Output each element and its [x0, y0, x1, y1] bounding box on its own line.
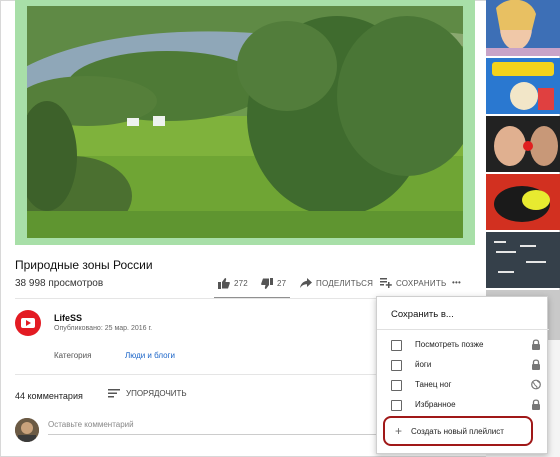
video-title: Природные зоны России	[15, 258, 153, 272]
video-player-frame	[15, 0, 475, 245]
comments-count: 44 комментария	[15, 391, 83, 401]
recommended-thumbnail-2[interactable]	[486, 58, 560, 114]
more-actions-button[interactable]: •••	[452, 278, 461, 287]
recommended-thumbnail-1[interactable]	[486, 0, 560, 56]
popup-divider	[377, 329, 549, 330]
playlist-item-favorites[interactable]: Избранное	[391, 398, 541, 412]
sort-label: УПОРЯДОЧИТЬ	[126, 389, 187, 398]
playlist-item-yoga[interactable]: йоги	[391, 358, 541, 372]
share-arrow-icon	[300, 278, 312, 288]
share-label: ПОДЕЛИТЬСЯ	[316, 278, 374, 288]
channel-avatar[interactable]	[15, 310, 41, 336]
view-count: 38 998 просмотров	[15, 278, 104, 289]
thumbnail-image	[486, 116, 560, 172]
playlist-label: Избранное	[415, 400, 456, 409]
category-label: Категория	[54, 351, 92, 360]
share-button[interactable]: ПОДЕЛИТЬСЯ	[300, 278, 373, 288]
playlist-checkbox[interactable]	[391, 339, 402, 351]
playlist-item-watch-later[interactable]: Посмотреть позже	[391, 338, 541, 352]
video-player[interactable]	[27, 6, 463, 238]
popup-title: Сохранить в...	[391, 309, 454, 320]
save-label: СОХРАНИТЬ	[396, 278, 447, 288]
playlist-checkbox[interactable]	[391, 399, 402, 411]
like-button[interactable]: 272	[218, 278, 248, 289]
recommended-thumbnail-4[interactable]	[486, 174, 560, 230]
playlist-checkbox[interactable]	[391, 379, 402, 391]
comment-input-underline	[48, 434, 378, 435]
playlist-label: Посмотреть позже	[415, 340, 484, 349]
sort-icon	[108, 389, 120, 398]
video-frame-landscape	[27, 6, 463, 238]
lock-icon	[532, 339, 540, 350]
thumbs-down-icon	[261, 278, 273, 289]
recommended-thumbnail-3[interactable]	[486, 116, 560, 172]
playlist-item-tanets-nog[interactable]: Танец ног	[391, 378, 541, 392]
user-avatar	[15, 418, 39, 442]
thumbnail-image	[486, 0, 560, 56]
playlist-add-icon	[380, 278, 392, 288]
playlist-label: йоги	[415, 360, 432, 369]
save-button[interactable]: СОХРАНИТЬ	[380, 278, 446, 288]
recommended-thumbnail-5[interactable]	[486, 232, 560, 288]
like-count: 272	[234, 279, 248, 288]
user-photo	[15, 418, 39, 442]
category-link[interactable]: Люди и блоги	[125, 351, 175, 360]
create-playlist-label: Создать новый плейлист	[411, 427, 504, 436]
thumbnail-image	[486, 232, 560, 288]
plus-icon: +	[395, 424, 403, 438]
save-to-playlist-popup: Сохранить в... Посмотреть позже йоги Тан…	[376, 296, 549, 454]
channel-name[interactable]: LifeSS	[54, 313, 82, 323]
thumbs-up-icon	[218, 278, 230, 289]
comment-input[interactable]: Оставьте комментарий	[48, 420, 134, 429]
playlist-checkbox[interactable]	[391, 359, 402, 371]
lock-icon	[532, 359, 540, 370]
lock-icon	[532, 399, 540, 410]
thumbnail-image	[486, 58, 560, 114]
play-logo-icon	[21, 318, 35, 328]
dislike-button[interactable]: 27	[261, 278, 286, 289]
dislike-count: 27	[277, 279, 287, 288]
more-dots-icon: •••	[452, 278, 462, 287]
thumbnail-image	[486, 174, 560, 230]
publish-date: Опубликовано: 25 мар. 2016 г.	[54, 325, 153, 332]
playlist-label: Танец ног	[415, 380, 452, 389]
sort-button[interactable]: УПОРЯДОЧИТЬ	[108, 389, 187, 398]
create-playlist-button[interactable]: + Создать новый плейлист	[383, 416, 533, 446]
globe-icon	[531, 379, 541, 390]
